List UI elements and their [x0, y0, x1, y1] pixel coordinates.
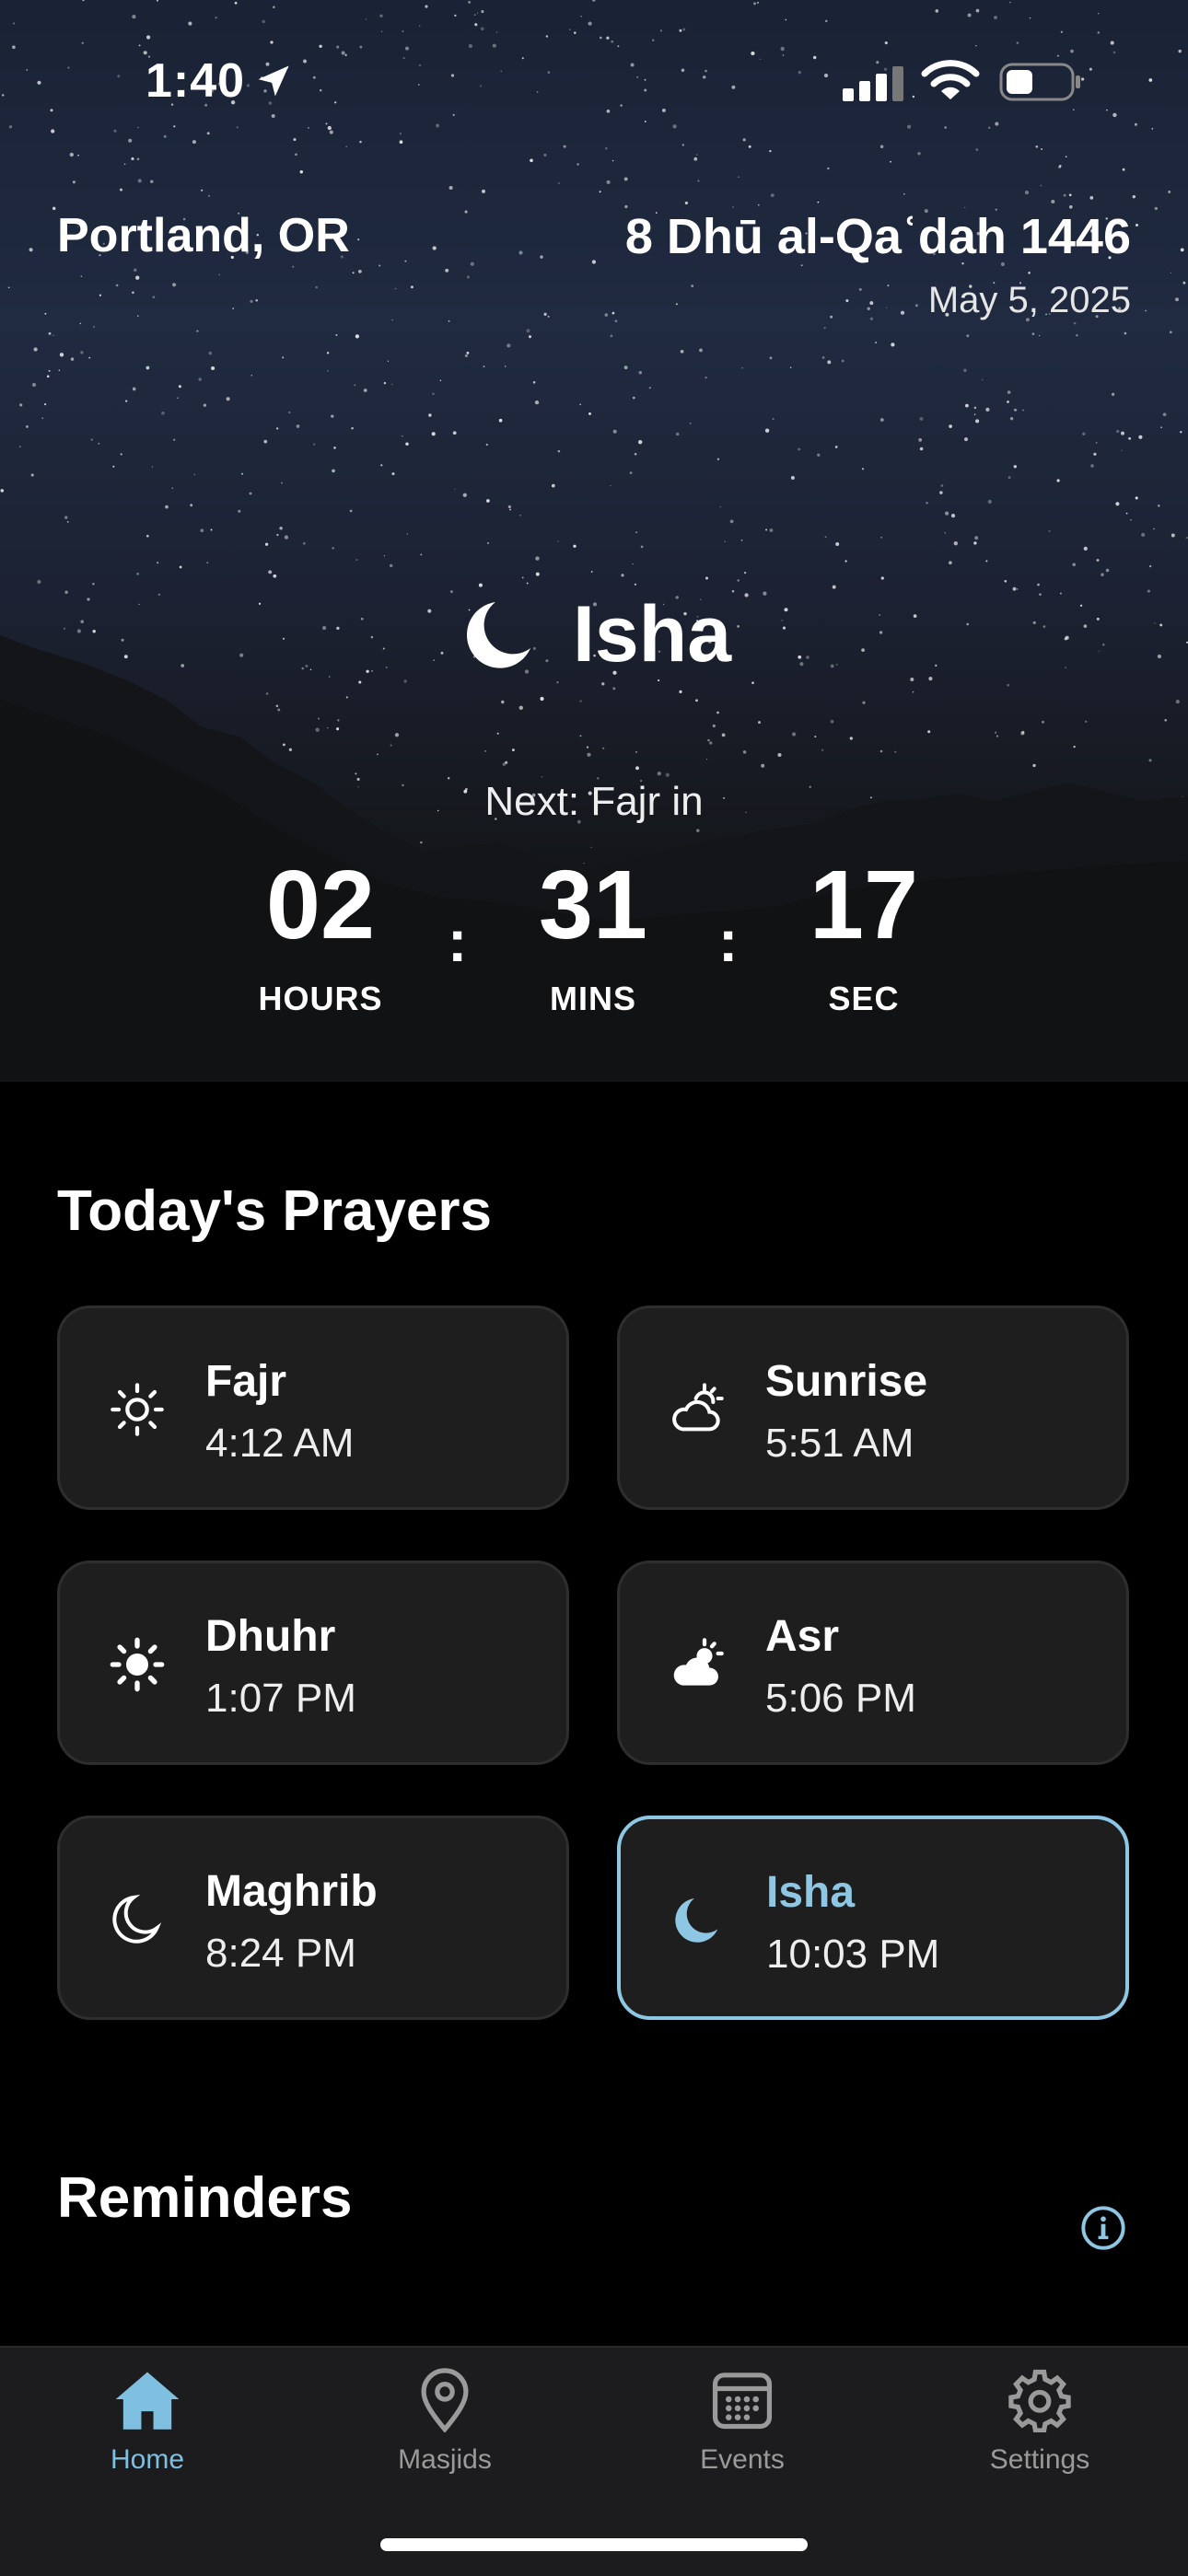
sun-outline-icon — [111, 1383, 164, 1436]
hours-label: HOURS — [258, 980, 383, 1017]
prayer-time: 1:07 PM — [205, 1676, 356, 1721]
countdown-separator: : — [718, 908, 739, 974]
prayer-name: Dhuhr — [205, 1612, 336, 1661]
location-pin-icon — [421, 2368, 469, 2433]
prayer-name: Fajr — [205, 1357, 287, 1406]
countdown-secs: 17 SEC — [763, 856, 965, 1018]
location-arrow-icon — [258, 65, 289, 97]
secs-label: SEC — [828, 980, 900, 1017]
prayer-card-fajr[interactable]: Fajr 4:12 AM — [57, 1305, 569, 1510]
tab-masjids[interactable]: Masjids — [334, 2366, 555, 2476]
secs-value: 17 — [809, 851, 918, 959]
prayer-name: Isha — [766, 1868, 856, 1917]
location-label[interactable]: Portland, OR — [57, 208, 350, 263]
tab-home[interactable]: Home — [37, 2366, 258, 2476]
reminders-section-title: Reminders — [57, 2166, 353, 2230]
status-bar: 1:40 — [0, 53, 1188, 109]
home-indicator — [380, 2538, 808, 2551]
mins-value: 31 — [539, 851, 647, 959]
sun-cloud-icon — [673, 1638, 724, 1686]
countdown-mins: 31 MINS — [492, 856, 694, 1018]
moon-outline-icon — [112, 1894, 162, 1944]
hero-background: 1:40 Portland, OR 8 Dhū al-Qaʿdah 1446 M… — [0, 0, 1188, 1082]
tab-events[interactable]: Events — [632, 2366, 853, 2476]
next-prayer-label: Next: Fajr in — [484, 779, 704, 824]
tab-label: Home — [110, 2444, 185, 2475]
prayer-name: Sunrise — [765, 1357, 928, 1406]
moon-icon — [466, 601, 530, 668]
sun-cloud-outline-icon — [672, 1383, 724, 1432]
gregorian-date: May 5, 2025 — [927, 280, 1131, 320]
prayer-time: 4:12 AM — [205, 1421, 355, 1466]
tab-label: Settings — [989, 2444, 1090, 2475]
sun-icon — [110, 1637, 165, 1692]
tab-label: Events — [700, 2444, 785, 2475]
tab-label: Masjids — [398, 2444, 492, 2475]
prayer-card-sunrise[interactable]: Sunrise 5:51 AM — [617, 1305, 1129, 1510]
cellular-signal-icon — [843, 66, 903, 101]
prayer-time: 5:06 PM — [765, 1676, 916, 1721]
house-icon — [115, 2372, 180, 2430]
gear-icon — [1008, 2369, 1071, 2433]
calendar-icon — [712, 2373, 773, 2430]
prayer-card-dhuhr[interactable]: Dhuhr 1:07 PM — [57, 1561, 569, 1765]
prayer-card-isha[interactable]: Isha 10:03 PM — [617, 1816, 1129, 2020]
hours-value: 02 — [266, 851, 375, 959]
prayer-name: Maghrib — [205, 1867, 378, 1916]
mins-label: MINS — [550, 980, 636, 1017]
prayer-time: 5:51 AM — [765, 1421, 914, 1466]
prayer-card-maghrib[interactable]: Maghrib 8:24 PM — [57, 1816, 569, 2020]
prayer-name: Asr — [765, 1612, 840, 1661]
tab-settings[interactable]: Settings — [929, 2366, 1150, 2476]
info-icon[interactable] — [1079, 2204, 1127, 2252]
moon-icon — [675, 1898, 718, 1943]
prayer-card-asr[interactable]: Asr 5:06 PM — [617, 1561, 1129, 1765]
prayer-time: 10:03 PM — [766, 1932, 940, 1977]
hijri-date: 8 Dhū al-Qaʿdah 1446 — [624, 209, 1131, 264]
current-prayer: Isha — [0, 589, 1188, 680]
prayers-section-title: Today's Prayers — [57, 1179, 492, 1243]
battery-icon — [999, 63, 1080, 101]
countdown-separator: : — [448, 908, 468, 974]
wifi-icon — [921, 60, 980, 99]
status-time: 1:40 — [146, 54, 246, 108]
current-prayer-name: Isha — [572, 590, 732, 679]
prayer-time: 8:24 PM — [205, 1931, 356, 1976]
countdown-hours: 02 HOURS — [219, 856, 422, 1018]
